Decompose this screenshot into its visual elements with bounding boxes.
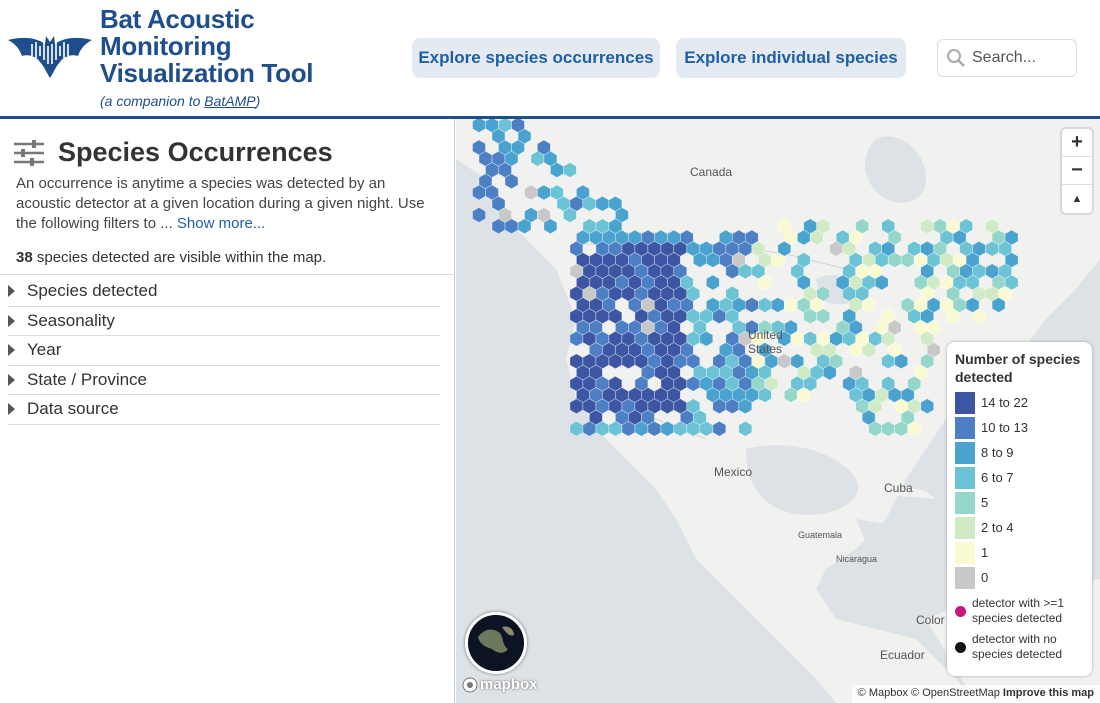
explore-individual-species-button[interactable]: Explore individual species xyxy=(676,38,906,78)
legend-swatch xyxy=(955,491,975,514)
mapbox-logo[interactable]: mapbox xyxy=(462,676,538,693)
occurrence-hex[interactable] xyxy=(491,218,506,235)
sidebar-title: Species Occurrences xyxy=(58,137,333,167)
app-header: Bat Acoustic Monitoring Visualization To… xyxy=(0,0,1100,116)
label-ecuador: Ecuador xyxy=(880,648,925,662)
label-mexico: Mexico xyxy=(714,465,753,479)
sidebar-divider xyxy=(0,274,455,275)
attribution-mapbox-link[interactable]: © Mapbox xyxy=(858,687,908,699)
legend-class-row: 0 xyxy=(955,565,1084,590)
filter-species-detected[interactable]: Species detected xyxy=(8,277,440,307)
app-subtitle: (a companion to BatAMP) xyxy=(100,93,260,109)
legend-class-list: 14 to 22 10 to 13 8 to 9 6 to 7 5 2 to 4 1 0 xyxy=(955,390,1084,590)
legend-swatch xyxy=(955,416,975,439)
search-icon xyxy=(947,49,965,67)
batamp-link[interactable]: BatAMP xyxy=(204,93,255,109)
filter-label: Species detected xyxy=(27,281,158,301)
compass-reset-button[interactable]: ▲ xyxy=(1062,185,1092,213)
legend-class-label: 0 xyxy=(981,570,989,585)
explore-occurrences-button[interactable]: Explore species occurrences xyxy=(412,38,660,78)
improve-map-link[interactable]: Improve this map xyxy=(1003,687,1094,699)
bat-logo-icon xyxy=(8,36,92,78)
mapbox-logo-text: mapbox xyxy=(480,676,538,693)
legend-swatch xyxy=(955,441,975,464)
legend-detector-with-label: detector with >=1 species detected xyxy=(972,596,1065,625)
filter-data-source[interactable]: Data source xyxy=(8,395,440,425)
legend-class-row: 14 to 22 xyxy=(955,390,1084,415)
filter-sliders-icon[interactable] xyxy=(14,139,44,166)
label-cuba: Cuba xyxy=(884,481,913,495)
filter-list: Species detected Seasonality Year State … xyxy=(0,277,440,425)
filter-label: Year xyxy=(27,340,62,360)
legend-swatch xyxy=(955,466,975,489)
sidebar-description: An occurrence is anytime a species was d… xyxy=(16,174,436,234)
zoom-out-button[interactable]: − xyxy=(1062,157,1092,185)
species-count: 38 species detected are visible within t… xyxy=(16,249,326,266)
zoom-in-button[interactable]: + xyxy=(1062,129,1092,157)
sidebar-header: Species Occurrences xyxy=(14,137,333,168)
search-input[interactable] xyxy=(972,49,1072,67)
legend-class-row: 6 to 7 xyxy=(955,465,1084,490)
caret-right-icon xyxy=(8,344,15,357)
app-title-line-3: Visualization Tool xyxy=(100,58,314,88)
filter-label: Seasonality xyxy=(27,310,115,330)
occurrence-hex[interactable] xyxy=(504,218,519,235)
species-count-value: 38 xyxy=(16,249,33,266)
map-canvas[interactable]: Canada United States Mexico Cuba Guatema… xyxy=(456,119,1100,703)
mapbox-icon xyxy=(462,677,478,692)
legend-swatch xyxy=(955,516,975,539)
show-more-link[interactable]: Show more... xyxy=(177,215,265,232)
label-colombia: Color xyxy=(916,613,945,627)
map-attribution: © Mapbox © OpenStreetMap Improve this ma… xyxy=(851,685,1100,703)
legend-swatch xyxy=(955,566,975,589)
caret-right-icon xyxy=(8,314,15,327)
app-title-line-2: Monitoring xyxy=(100,31,232,61)
filter-label: Data source xyxy=(27,399,119,419)
legend-detector-with: detector with >=1 species detected xyxy=(955,596,1084,626)
legend-swatch xyxy=(955,541,975,564)
legend-class-label: 8 to 9 xyxy=(981,445,1014,460)
legend-class-label: 6 to 7 xyxy=(981,470,1014,485)
label-guatemala: Guatemala xyxy=(798,530,843,540)
subtitle-suffix: ) xyxy=(255,93,261,109)
search-box[interactable] xyxy=(937,39,1077,77)
app-title: Bat Acoustic Monitoring Visualization To… xyxy=(100,4,314,88)
filter-seasonality[interactable]: Seasonality xyxy=(8,307,440,336)
legend-class-label: 5 xyxy=(981,495,989,510)
filter-year[interactable]: Year xyxy=(8,336,440,366)
attribution-osm-link[interactable]: © OpenStreetMap xyxy=(911,687,1000,699)
label-canada: Canada xyxy=(690,165,733,179)
subtitle-prefix: (a companion to xyxy=(100,93,205,109)
filter-state-province[interactable]: State / Province xyxy=(8,366,440,395)
legend-class-row: 1 xyxy=(955,540,1084,565)
globe-icon xyxy=(468,615,524,671)
filter-label: State / Province xyxy=(27,369,148,389)
legend-class-row: 10 to 13 xyxy=(955,415,1084,440)
label-nicaragua: Nicaragua xyxy=(836,554,878,564)
occurrence-hex[interactable] xyxy=(472,207,486,223)
black-dot-icon xyxy=(955,641,966,653)
label-united-states: United States xyxy=(748,328,783,356)
magenta-dot-icon xyxy=(955,605,966,617)
globe-minimap[interactable] xyxy=(465,612,527,674)
map-legend: Number of species detected 14 to 22 10 to… xyxy=(947,342,1092,676)
zoom-controls: + − ▲ xyxy=(1062,129,1092,213)
sidebar: Species Occurrences An occurrence is any… xyxy=(0,119,455,703)
legend-class-row: 2 to 4 xyxy=(955,515,1084,540)
caret-right-icon xyxy=(8,373,15,386)
caret-right-icon xyxy=(8,403,15,416)
legend-class-label: 10 to 13 xyxy=(981,420,1028,435)
caret-right-icon xyxy=(8,285,15,298)
legend-class-row: 8 to 9 xyxy=(955,440,1084,465)
legend-class-label: 1 xyxy=(981,545,989,560)
legend-class-row: 5 xyxy=(955,490,1084,515)
species-count-text: species detected are visible within the … xyxy=(32,249,327,266)
app-title-line-1: Bat Acoustic xyxy=(100,4,255,34)
legend-detector-none: detector with no species detected xyxy=(955,632,1084,662)
legend-class-label: 14 to 22 xyxy=(981,395,1028,410)
legend-class-label: 2 to 4 xyxy=(981,520,1014,535)
legend-detector-none-label: detector with no species detected xyxy=(972,632,1063,661)
legend-title: Number of species detected xyxy=(955,351,1081,385)
legend-swatch xyxy=(955,391,975,414)
